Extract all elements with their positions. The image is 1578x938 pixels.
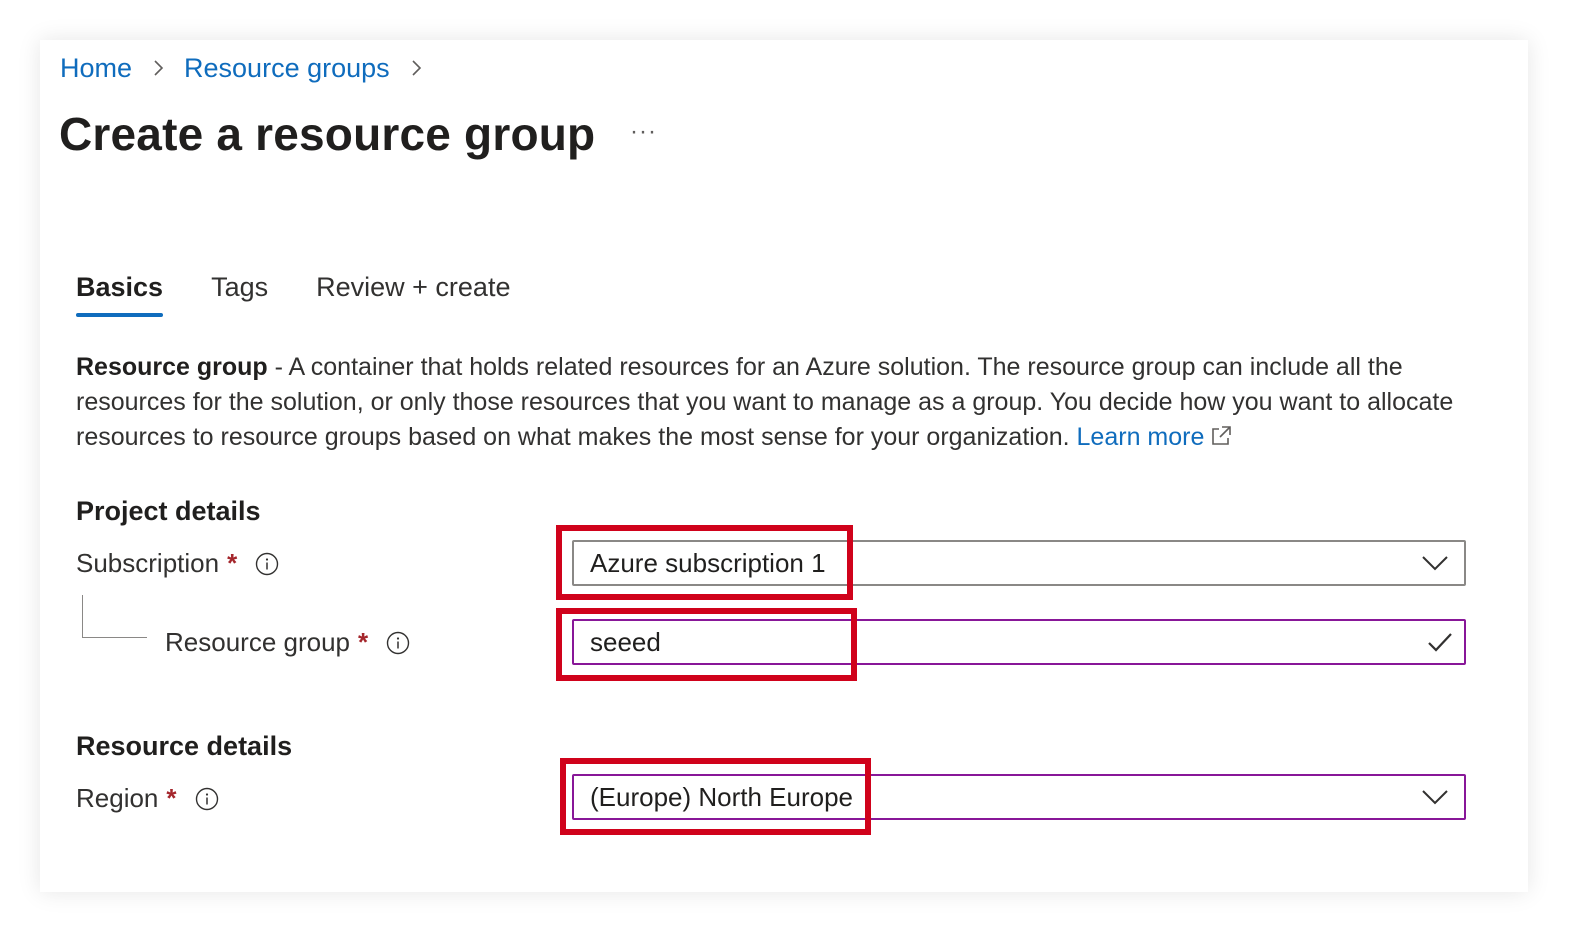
region-label-text: Region (76, 783, 159, 813)
description-term: Resource group (76, 353, 268, 381)
info-icon[interactable] (195, 787, 219, 811)
breadcrumb: Home Resource groups (60, 50, 442, 86)
resource-group-label-text: Resource group (165, 627, 350, 657)
checkmark-icon (1428, 633, 1452, 652)
chevron-right-icon (412, 60, 421, 76)
required-marker: * (227, 548, 238, 578)
subscription-label: Subscription * (76, 548, 279, 579)
chevron-down-icon (1422, 790, 1448, 805)
info-icon[interactable] (386, 631, 410, 655)
more-options-button[interactable]: ··· (630, 118, 657, 146)
chevron-down-icon (1422, 556, 1448, 571)
region-dropdown[interactable]: (Europe) North Europe (572, 774, 1466, 820)
subscription-dropdown[interactable]: Azure subscription 1 (572, 540, 1466, 586)
info-icon[interactable] (255, 552, 279, 576)
subscription-value: Azure subscription 1 (590, 547, 826, 578)
project-details-heading: Project details (76, 496, 261, 526)
resource-group-label: Resource group * (165, 627, 410, 658)
create-resource-group-panel: Home Resource groups Create a resource g… (40, 40, 1528, 892)
description-text: - A container that holds related resourc… (76, 353, 1454, 451)
tab-bar: Basics Tags Review + create (76, 272, 510, 317)
external-link-icon[interactable] (1210, 425, 1232, 447)
tab-basics[interactable]: Basics (76, 272, 164, 317)
chevron-right-icon (154, 60, 164, 76)
learn-more-link[interactable]: Learn more (1077, 423, 1205, 451)
breadcrumb-home[interactable]: Home (60, 50, 132, 86)
breadcrumb-resource-groups[interactable]: Resource groups (184, 50, 390, 86)
required-marker: * (166, 783, 177, 813)
resource-group-description: Resource group - A container that holds … (76, 350, 1466, 455)
tab-review-create[interactable]: Review + create (316, 272, 510, 317)
page-title: Create a resource group (59, 108, 596, 160)
subscription-label-text: Subscription (76, 548, 220, 578)
region-value: (Europe) North Europe (590, 781, 854, 812)
resource-details-heading: Resource details (76, 731, 293, 761)
region-label: Region * (76, 783, 219, 814)
tab-tags[interactable]: Tags (211, 272, 268, 317)
tree-connector (82, 595, 147, 638)
resource-group-value: seeed (590, 626, 661, 657)
required-marker: * (358, 627, 369, 657)
resource-group-input[interactable]: seeed (572, 619, 1466, 665)
